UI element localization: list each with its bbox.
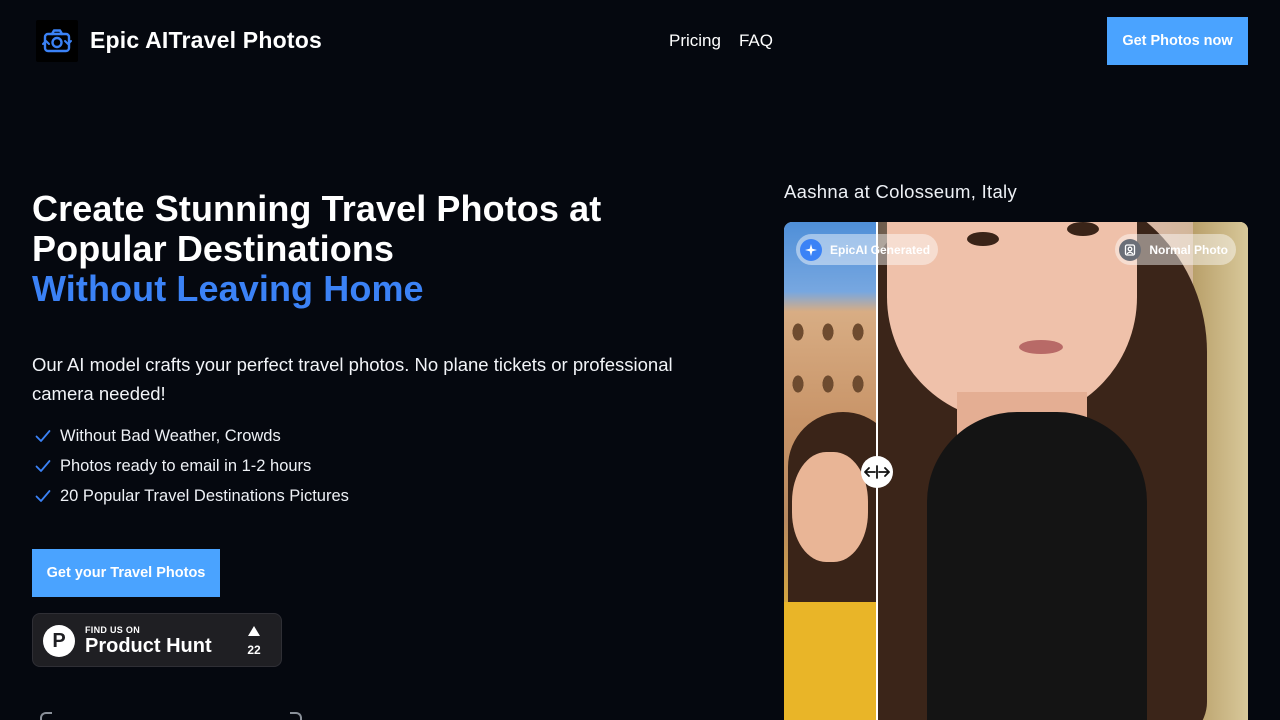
generated-label-text: EpicAI Generated [830, 242, 931, 257]
hero-subtext: Our AI model crafts your perfect travel … [32, 354, 673, 404]
upvote-arrow-icon [248, 626, 260, 636]
photo-caption: Aashna at Colosseum, Italy [784, 181, 1017, 202]
headline-accent: Without Leaving Home [32, 268, 424, 309]
feature-item: Without Bad Weather, Crowds [32, 421, 349, 451]
eye-shape [1067, 222, 1099, 236]
upvote-count: 22 [247, 643, 261, 657]
headline-line-1: Create Stunning Travel Photos at [32, 188, 602, 229]
camera-refresh-icon[interactable] [36, 20, 78, 62]
generated-label: EpicAI Generated [796, 234, 939, 265]
laurel-right-icon [290, 712, 302, 720]
feature-item: 20 Popular Travel Destinations Pictures [32, 481, 349, 511]
check-icon [35, 430, 51, 442]
feature-text: Photos ready to email in 1-2 hours [60, 456, 312, 475]
laurel-left-icon [40, 712, 52, 720]
left-right-arrows-icon [864, 465, 890, 479]
product-hunt-small-text: FIND US ON [85, 625, 141, 635]
sparkle-icon [800, 238, 822, 261]
site-header: Epic AITravel Photos Pricing FAQ Get Pho… [0, 0, 1280, 82]
face-shape [792, 452, 868, 562]
portrait-icon [1119, 238, 1142, 261]
clothing-shape [927, 412, 1147, 720]
slider-handle[interactable] [861, 456, 893, 488]
feature-text: 20 Popular Travel Destinations Pictures [60, 486, 349, 505]
get-travel-photos-button[interactable]: Get your Travel Photos [32, 549, 220, 597]
main-nav: Pricing FAQ [669, 31, 773, 51]
normal-label-text: Normal Photo [1149, 242, 1228, 257]
colosseum-arches [784, 292, 877, 412]
clothing-shape [784, 602, 877, 720]
product-hunt-badge[interactable]: P FIND US ON Product Hunt 22 [32, 613, 282, 667]
brand-name[interactable]: Epic AITravel Photos [90, 27, 322, 54]
nav-link-faq[interactable]: FAQ [739, 31, 773, 51]
lips-shape [1019, 340, 1063, 354]
feature-list: Without Bad Weather, Crowds Photos ready… [32, 421, 349, 511]
hero-headline: Create Stunning Travel Photos at Popular… [32, 189, 712, 309]
headline-line-2: Popular Destinations [32, 228, 395, 269]
check-icon [35, 490, 51, 502]
product-hunt-name: Product Hunt [85, 635, 212, 657]
nav-link-pricing[interactable]: Pricing [669, 31, 721, 51]
normal-label: Normal Photo [1115, 234, 1236, 265]
normal-photo [877, 222, 1248, 720]
feature-text: Without Bad Weather, Crowds [60, 426, 281, 445]
check-icon [35, 460, 51, 472]
feature-item: Photos ready to email in 1-2 hours [32, 451, 349, 481]
get-photos-now-button[interactable]: Get Photos now [1107, 17, 1248, 65]
eye-shape [967, 232, 999, 246]
before-after-slider[interactable]: EpicAI Generated Normal Photo [784, 222, 1248, 720]
product-hunt-logo-icon: P [43, 625, 75, 657]
